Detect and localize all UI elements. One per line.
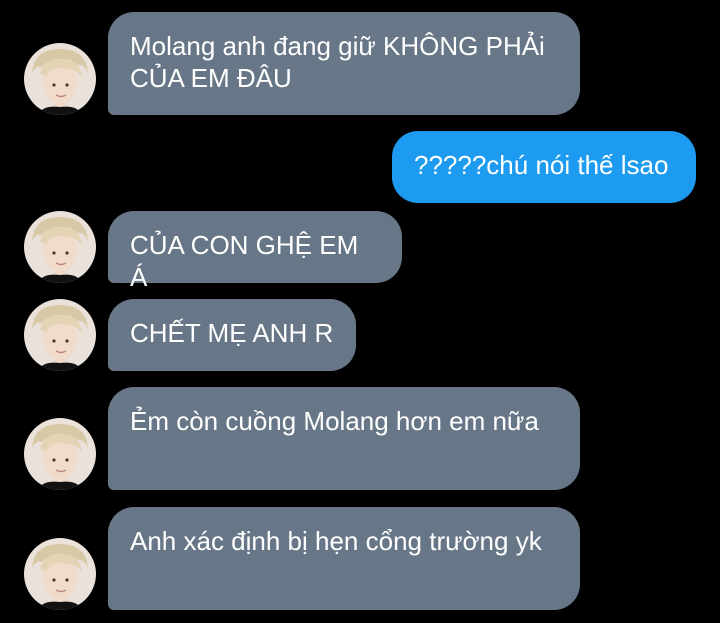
message-text: Anh xác định bị hẹn cổng trường yk: [130, 526, 542, 556]
message-text: ?????chú nói thế lsao: [414, 150, 669, 180]
message-text: Molang anh đang giữ KHÔNG PHẢi CỦA EM ĐÂ…: [130, 31, 545, 93]
message-bubble-outgoing[interactable]: ?????chú nói thế lsao: [392, 131, 696, 203]
avatar[interactable]: [24, 43, 96, 115]
avatar[interactable]: [24, 211, 96, 283]
avatar[interactable]: [24, 418, 96, 490]
avatar-photo-icon: [24, 43, 96, 115]
message-bubble-incoming[interactable]: CHẾT MẸ ANH R: [108, 299, 356, 371]
message-bubble-incoming[interactable]: Anh xác định bị hẹn cổng trường yk: [108, 507, 580, 610]
avatar-photo-icon: [24, 538, 96, 610]
message-bubble-incoming[interactable]: Ẻm còn cuồng Molang hơn em nữa: [108, 387, 580, 490]
avatar[interactable]: [24, 538, 96, 610]
avatar[interactable]: [24, 299, 96, 371]
message-text: CHẾT MẸ ANH R: [130, 318, 334, 348]
avatar-photo-icon: [24, 418, 96, 490]
avatar-photo-icon: [24, 299, 96, 371]
avatar-photo-icon: [24, 211, 96, 283]
message-bubble-incoming[interactable]: Molang anh đang giữ KHÔNG PHẢi CỦA EM ĐÂ…: [108, 12, 580, 115]
message-bubble-incoming[interactable]: CỦA CON GHỆ EM Á: [108, 211, 402, 292]
chat-thread: Molang anh đang giữ KHÔNG PHẢi CỦA EM ĐÂ…: [0, 0, 720, 623]
message-text: Ẻm còn cuồng Molang hơn em nữa: [130, 406, 539, 436]
message-text: CỦA CON GHỆ EM Á: [130, 230, 359, 292]
